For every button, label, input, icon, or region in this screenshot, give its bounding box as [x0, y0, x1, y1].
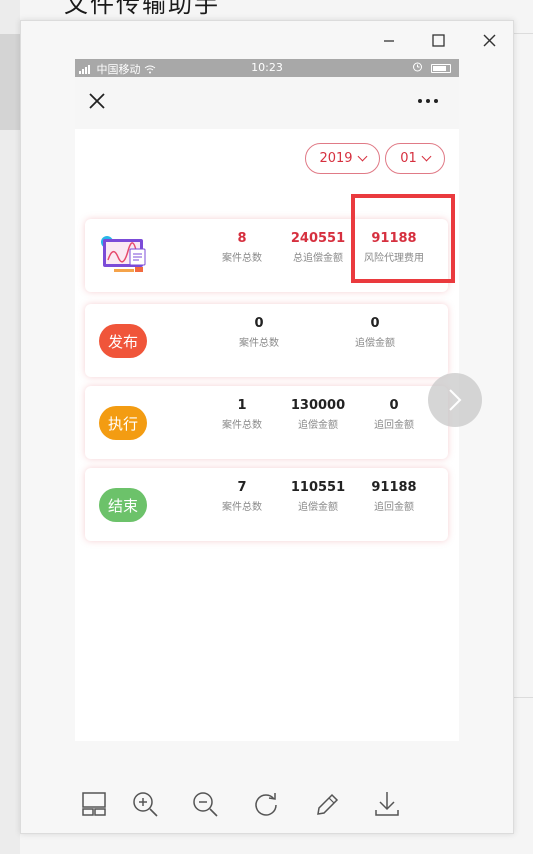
stat-value: 0 — [254, 316, 264, 331]
stat-value: 1 — [237, 398, 247, 413]
download-icon[interactable] — [372, 789, 402, 819]
status-time: 10:23 — [251, 61, 283, 74]
stat-value: 8 — [237, 231, 247, 246]
zoom-out-icon[interactable] — [190, 789, 220, 819]
stat-value: 240551 — [290, 231, 346, 246]
month-select[interactable]: 01 — [385, 143, 445, 174]
execute-stat-recovered: 0 追回金额 — [354, 398, 434, 432]
more-dots-icon[interactable] — [413, 89, 443, 113]
summary-card[interactable]: 8 案件总数 240551 总追偿金额 91188 风险代理费用 — [85, 219, 448, 292]
stat-value: 0 — [389, 398, 399, 413]
stat-label: 案件总数 — [239, 338, 279, 349]
background-divider — [514, 697, 533, 698]
thumbnail-layout-icon[interactable] — [79, 789, 109, 819]
background-divider — [514, 33, 533, 34]
summary-stat-total-recovery: 240551 总追偿金额 — [278, 231, 358, 265]
stat-label: 风险代理费用 — [364, 253, 424, 264]
summary-stat-cases: 8 案件总数 — [202, 231, 282, 265]
stat-label: 追偿金额 — [298, 502, 338, 513]
alarm-icon — [412, 61, 423, 75]
status-badge-execute: 执行 — [99, 406, 147, 440]
edit-pencil-icon[interactable] — [311, 789, 341, 819]
background-selected-chat[interactable] — [0, 34, 20, 130]
publish-stat-cases: 0 案件总数 — [219, 316, 299, 350]
stat-value: 0 — [370, 316, 380, 331]
year-select[interactable]: 2019 — [305, 143, 380, 174]
month-value: 01 — [400, 151, 417, 166]
minimize-icon[interactable] — [377, 29, 401, 51]
image-viewer-window: 中国移动 10:23 2019 01 8 案件总数 240551 总追偿金额 9… — [20, 20, 514, 834]
phone-status-bar: 中国移动 10:23 — [75, 59, 459, 77]
chat-title: 文件传输助手 — [64, 0, 220, 18]
stat-value: 91188 — [371, 231, 417, 246]
execute-stat-recovery: 130000 追偿金额 — [278, 398, 358, 432]
next-image-button[interactable] — [428, 373, 482, 427]
phone-screenshot: 中国移动 10:23 2019 01 8 案件总数 240551 总追偿金额 9… — [75, 59, 459, 741]
finish-card[interactable]: 结束 7 案件总数 110551 追偿金额 91188 追回金额 — [85, 468, 448, 541]
maximize-icon[interactable] — [426, 29, 450, 51]
stat-label: 追偿金额 — [298, 420, 338, 431]
finish-stat-cases: 7 案件总数 — [202, 480, 282, 514]
year-value: 2019 — [319, 151, 353, 166]
status-badge-finish: 结束 — [99, 488, 147, 522]
monitor-chart-icon — [99, 233, 151, 277]
stat-value: 130000 — [290, 398, 346, 413]
stat-label: 案件总数 — [222, 420, 262, 431]
phone-nav-bar — [75, 77, 459, 129]
zoom-in-icon[interactable] — [130, 789, 160, 819]
stat-value: 7 — [237, 480, 247, 495]
stat-value: 110551 — [290, 480, 346, 495]
summary-stat-agency-fee: 91188 风险代理费用 — [354, 231, 434, 265]
stat-value: 91188 — [371, 480, 417, 495]
close-x-icon[interactable] — [85, 89, 109, 113]
stat-label: 追回金额 — [374, 420, 414, 431]
publish-card[interactable]: 发布 0 案件总数 0 追偿金额 — [85, 304, 448, 377]
execute-stat-cases: 1 案件总数 — [202, 398, 282, 432]
chevron-right-icon — [449, 389, 462, 411]
stat-label: 总追偿金额 — [293, 253, 343, 264]
status-badge-publish: 发布 — [99, 324, 147, 358]
close-icon[interactable] — [477, 29, 501, 51]
stat-label: 案件总数 — [222, 502, 262, 513]
chevron-down-icon — [421, 151, 432, 162]
finish-stat-recovered: 91188 追回金额 — [354, 480, 434, 514]
finish-stat-recovery: 110551 追偿金额 — [278, 480, 358, 514]
publish-stat-recovery: 0 追偿金额 — [335, 316, 415, 350]
rotate-icon[interactable] — [251, 789, 281, 819]
execute-card[interactable]: 执行 1 案件总数 130000 追偿金额 0 追回金额 — [85, 386, 448, 459]
stat-label: 追偿金额 — [355, 338, 395, 349]
chevron-down-icon — [357, 151, 367, 162]
battery-icon — [431, 64, 451, 73]
stat-label: 案件总数 — [222, 253, 262, 264]
stat-label: 追回金额 — [374, 502, 414, 513]
